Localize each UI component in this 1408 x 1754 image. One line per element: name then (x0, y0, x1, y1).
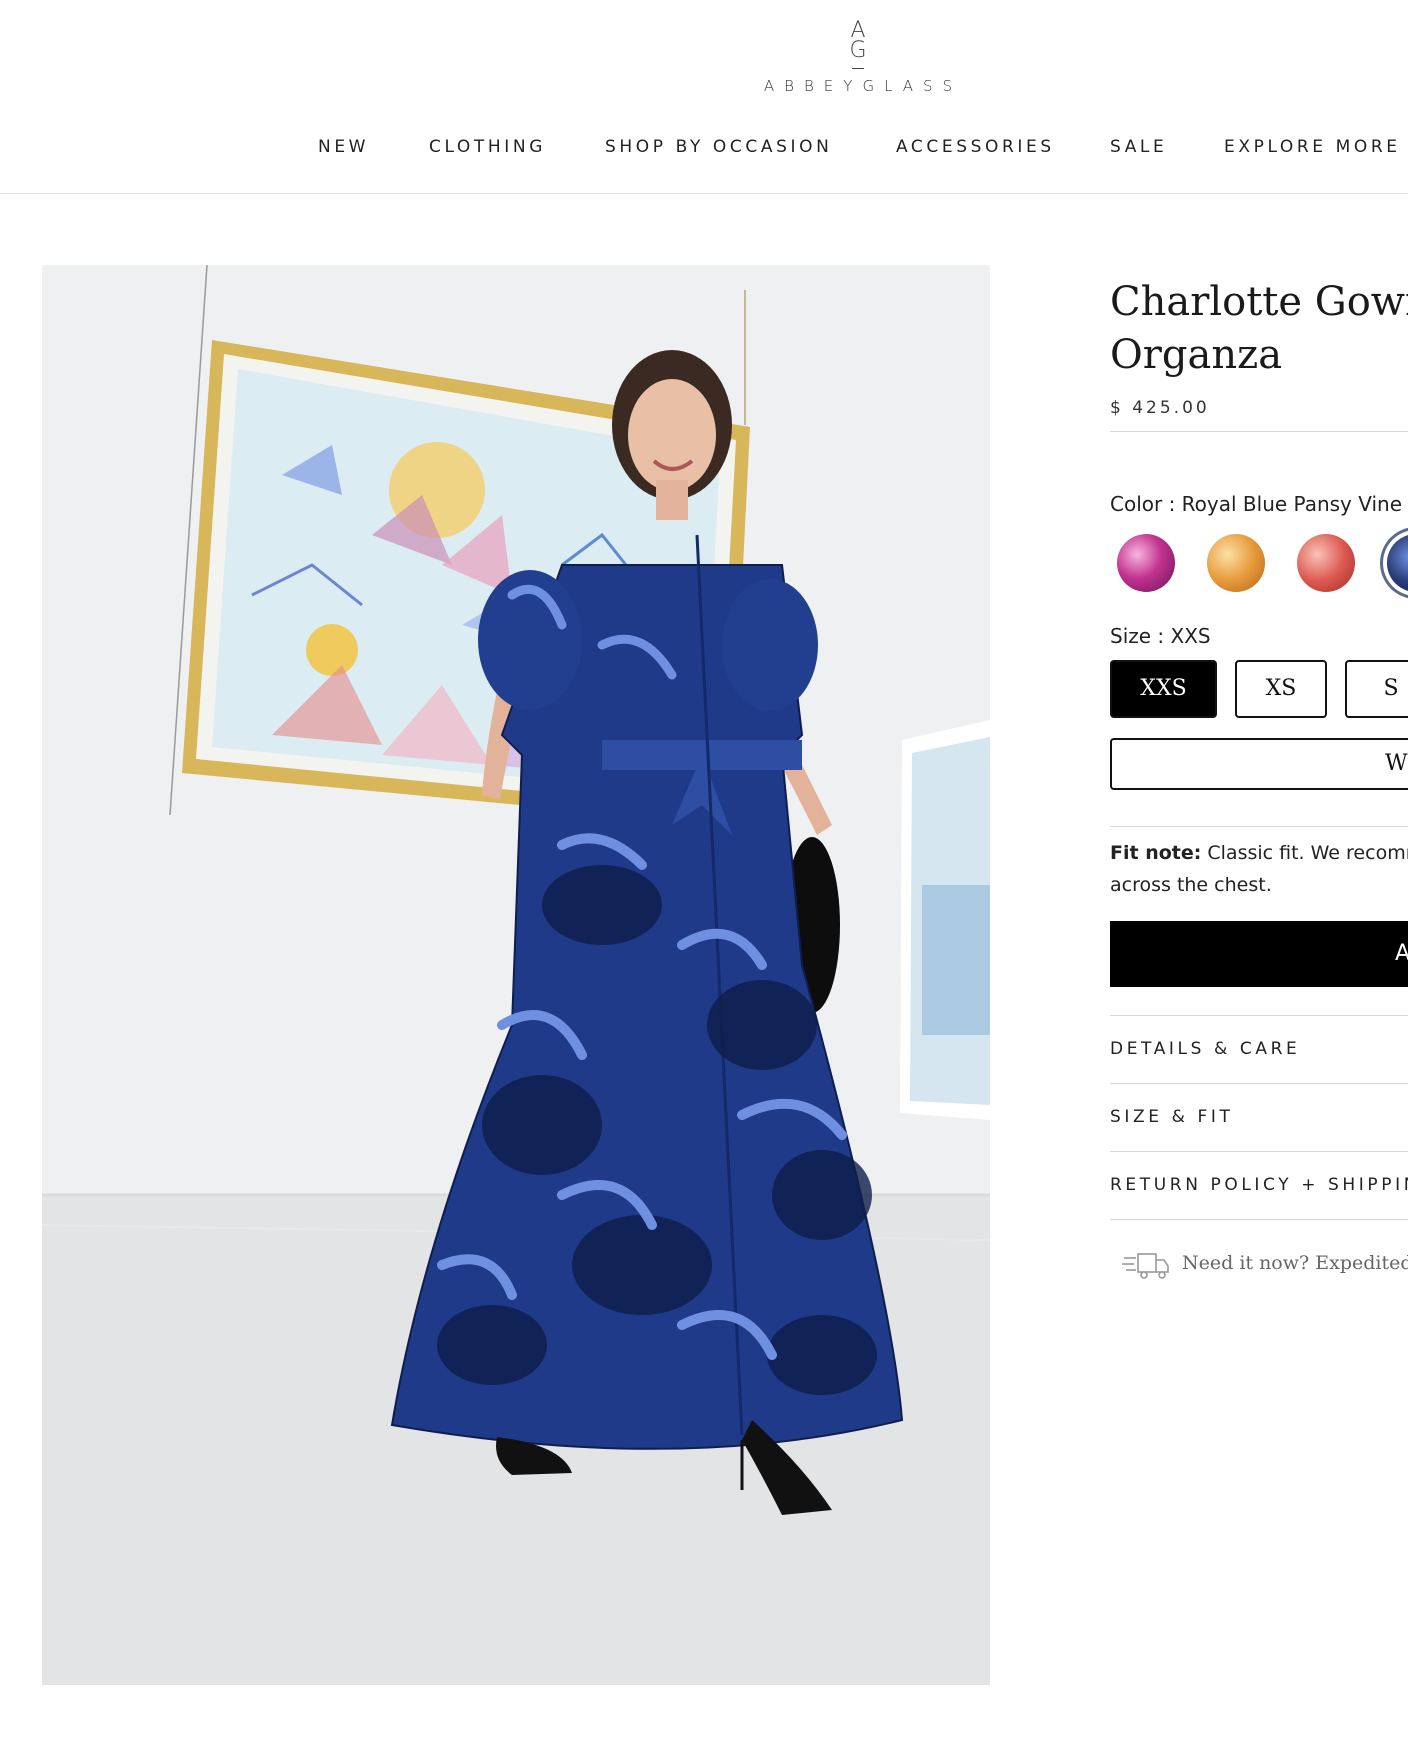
second-painting (900, 720, 990, 1120)
size-button-s[interactable]: S (1345, 660, 1408, 718)
logo-monogram: A G (738, 20, 978, 69)
delivery-truck-icon (1122, 1250, 1170, 1285)
size-button-xxs[interactable]: XXS (1110, 660, 1217, 718)
logo-monogram-g: G (849, 38, 867, 63)
accordion-return-shipping[interactable]: RETURN POLICY + SHIPPING (1110, 1152, 1408, 1220)
add-to-bag-label: A (1395, 941, 1408, 966)
main-nav: NEW CLOTHING SHOP BY OCCASION ACCESSORIE… (0, 137, 1408, 163)
product-title-line2: Organza (1110, 332, 1283, 378)
swatch-magenta[interactable] (1117, 534, 1175, 592)
logo-wordmark: ABBEYGLASS (763, 77, 963, 95)
nav-item-new[interactable]: NEW (318, 137, 369, 157)
color-swatches (1110, 534, 1408, 598)
fit-note-text: Classic fit. We recomm (1201, 842, 1408, 864)
secondary-action-button[interactable]: W (1110, 738, 1408, 790)
size-options: XXS XS S (1110, 660, 1408, 718)
divider (1110, 826, 1408, 827)
color-label: Color : Royal Blue Pansy Vine (1110, 492, 1403, 516)
product-image[interactable] (42, 265, 990, 1685)
logo-monogram-bar (852, 68, 864, 69)
fit-note-label: Fit note: (1110, 842, 1202, 864)
product-info: Charlotte Gown R Organza $ 425.00 Color … (1110, 270, 1408, 1370)
size-label: Size : XXS (1110, 624, 1211, 648)
nav-item-accessories[interactable]: ACCESSORIES (896, 137, 1055, 157)
nav-item-sale[interactable]: SALE (1110, 137, 1167, 157)
shipping-note: Need it now? Expedited sh (1182, 1252, 1408, 1274)
add-to-bag-button[interactable]: A (1110, 921, 1408, 987)
size-button-xs[interactable]: XS (1235, 660, 1327, 718)
swatch-coral[interactable] (1297, 534, 1355, 592)
fit-note-text-2: across the chest. (1110, 874, 1272, 896)
nav-item-clothing[interactable]: CLOTHING (429, 137, 546, 157)
swatch-royal-blue[interactable] (1387, 534, 1408, 592)
fit-note: Fit note: Classic fit. We recomm across … (1110, 837, 1408, 901)
nav-item-explore-more[interactable]: EXPLORE MORE (1224, 137, 1401, 157)
product-title: Charlotte Gown R Organza (1110, 276, 1408, 382)
accordion-details-care[interactable]: DETAILS & CARE (1110, 1016, 1408, 1084)
accordion-size-fit[interactable]: SIZE & FIT (1110, 1084, 1408, 1152)
site-header: A G ABBEYGLASS NEW CLOTHING SHOP BY OCCA… (0, 0, 1408, 194)
product-title-line1: Charlotte Gown R (1110, 279, 1408, 325)
shipping-note-row: Need it now? Expedited sh (1110, 1248, 1408, 1282)
product-price: $ 425.00 (1110, 398, 1210, 418)
swatch-orange[interactable] (1207, 534, 1265, 592)
secondary-action-label: W (1385, 751, 1408, 776)
divider (1110, 431, 1408, 432)
nav-item-shop-by-occasion[interactable]: SHOP BY OCCASION (605, 137, 832, 157)
brand-logo[interactable]: A G ABBEYGLASS (738, 20, 978, 112)
